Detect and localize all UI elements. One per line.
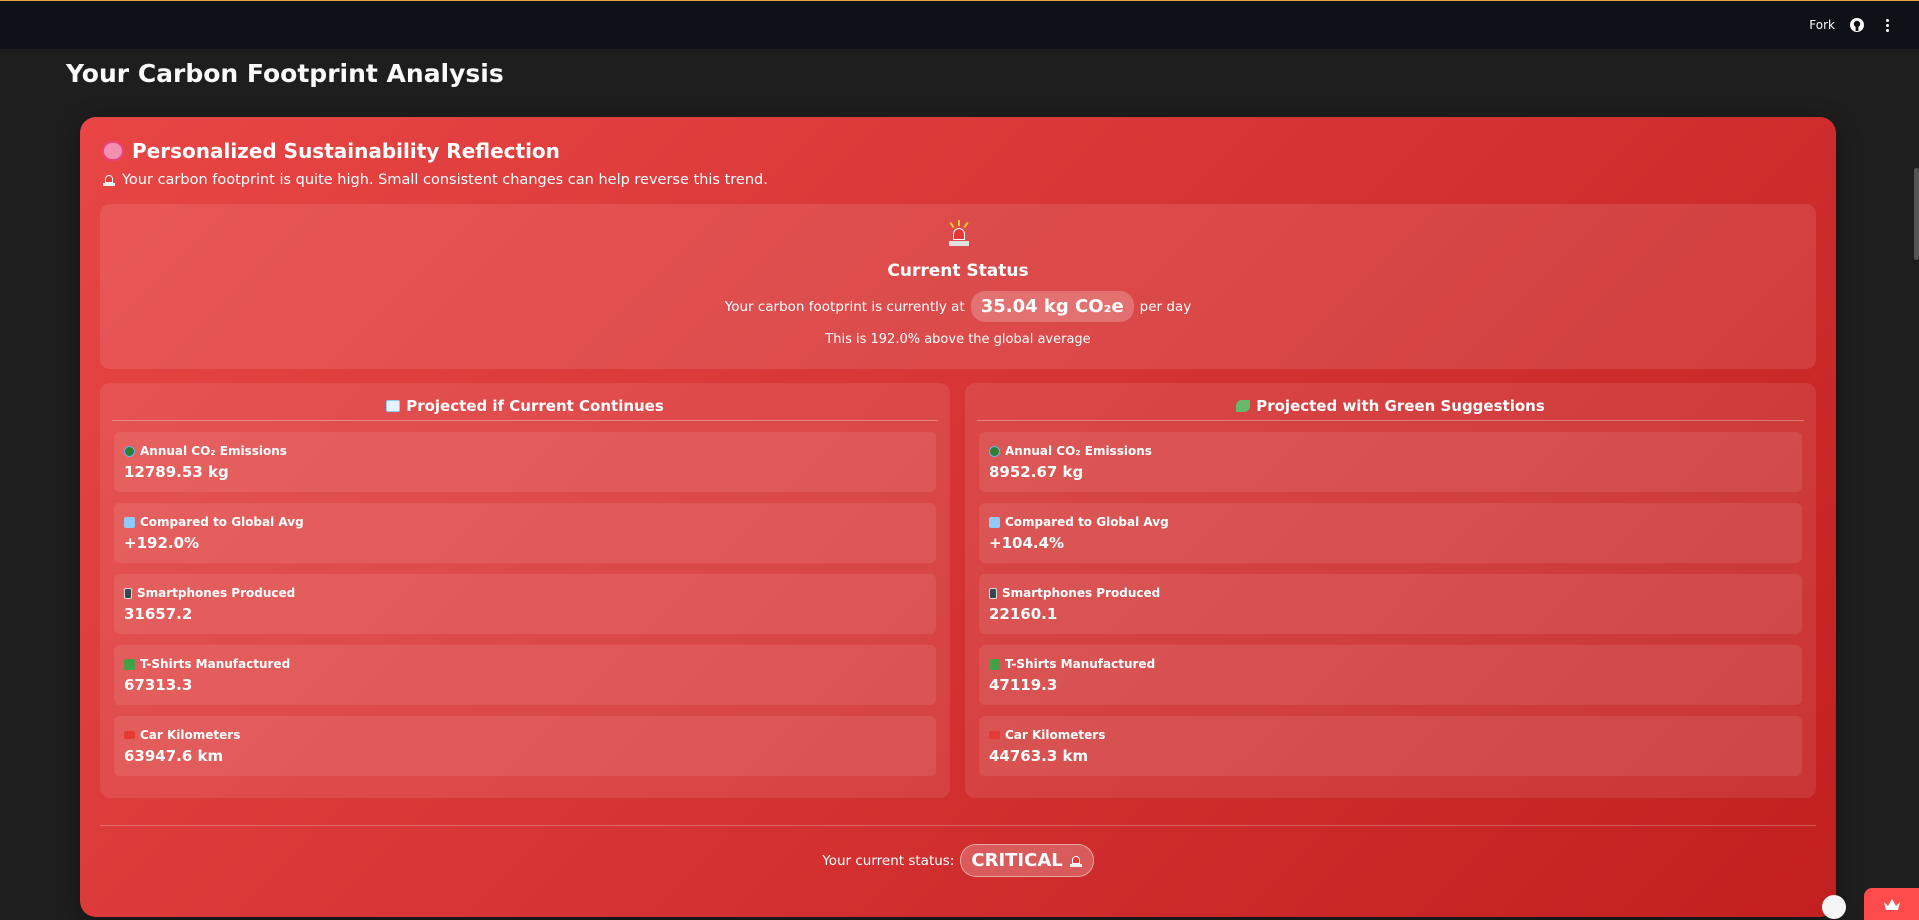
metric-card: Compared to Global Avg +104.4%	[979, 503, 1802, 563]
phone-icon	[124, 587, 132, 599]
metric-value: 67313.3	[124, 676, 193, 694]
brain-icon	[102, 141, 124, 161]
reflection-message-text: Your carbon footprint is quite high. Sma…	[122, 172, 768, 188]
header-actions: Fork	[1809, 17, 1895, 33]
siren-icon	[102, 173, 116, 187]
critical-status-text: CRITICAL	[971, 850, 1063, 871]
metric-label: T-Shirts Manufactured	[1005, 657, 1156, 671]
car-icon	[124, 731, 135, 739]
metric-card: T-Shirts Manufactured 67313.3	[114, 645, 936, 705]
streamlit-crown-button[interactable]	[1864, 888, 1919, 920]
page-title: Your Carbon Footprint Analysis	[66, 59, 504, 88]
reflection-message: Your carbon footprint is quite high. Sma…	[102, 172, 768, 188]
github-icon[interactable]	[1849, 17, 1865, 33]
app-header: Fork	[0, 0, 1919, 49]
reflection-card: Personalized Sustainability Reflection Y…	[80, 117, 1836, 917]
reflection-title: Personalized Sustainability Reflection	[132, 139, 560, 163]
metric-card: Compared to Global Avg +192.0%	[114, 503, 936, 563]
status-title: Current Status	[887, 261, 1029, 281]
metric-value: 47119.3	[989, 676, 1058, 694]
projection-current-panel: Projected if Current Continues Annual CO…	[100, 383, 950, 798]
status-line-suffix: per day	[1139, 298, 1192, 315]
siren-icon	[1069, 854, 1083, 868]
chart-increasing-icon	[386, 400, 401, 412]
global-average-comparison: This is 192.0% above the global average	[825, 332, 1091, 347]
metric-value: +192.0%	[124, 534, 200, 552]
status-line-prefix: Your carbon footprint is currently at	[724, 298, 965, 315]
metric-label: T-Shirts Manufactured	[140, 657, 291, 671]
metric-card: T-Shirts Manufactured 47119.3	[979, 645, 1802, 705]
metric-label: Smartphones Produced	[137, 586, 296, 600]
daily-footprint-badge: 35.04 kg CO₂e	[970, 291, 1134, 322]
metric-card: Annual CO₂ Emissions 8952.67 kg	[979, 432, 1802, 492]
metric-card: Smartphones Produced 31657.2	[114, 574, 936, 634]
section-divider	[100, 825, 1816, 826]
projection-green-title-text: Projected with Green Suggestions	[1256, 397, 1545, 415]
metric-card: Car Kilometers 44763.3 km	[979, 716, 1802, 776]
metric-label: Car Kilometers	[140, 728, 241, 742]
metric-card: Annual CO₂ Emissions 12789.53 kg	[114, 432, 936, 492]
current-status-summary: Your current status: CRITICAL	[80, 844, 1836, 877]
crown-icon	[1884, 899, 1900, 910]
critical-status-badge: CRITICAL	[960, 844, 1094, 877]
projection-current-title-text: Projected if Current Continues	[406, 397, 664, 415]
siren-icon	[948, 220, 970, 248]
metric-value: 12789.53 kg	[124, 463, 229, 481]
metric-label: Annual CO₂ Emissions	[1005, 444, 1152, 458]
car-icon	[989, 731, 1000, 739]
metric-label: Annual CO₂ Emissions	[140, 444, 287, 458]
metric-value: 22160.1	[989, 605, 1058, 623]
metric-card: Smartphones Produced 22160.1	[979, 574, 1802, 634]
metric-label: Smartphones Produced	[1002, 586, 1161, 600]
tshirt-icon	[124, 658, 135, 670]
globe-icon	[989, 445, 1000, 457]
herb-icon	[1236, 400, 1251, 412]
projection-green-panel: Projected with Green Suggestions Annual …	[965, 383, 1816, 798]
metric-value: 44763.3 km	[989, 747, 1089, 765]
projection-green-title: Projected with Green Suggestions	[977, 397, 1804, 421]
metric-label: Compared to Global Avg	[140, 515, 304, 529]
current-status-panel: Current Status Your carbon footprint is …	[100, 204, 1816, 369]
tshirt-icon	[989, 658, 1000, 670]
current-status-label: Your current status:	[822, 852, 955, 869]
avatar[interactable]	[1822, 895, 1846, 919]
projection-current-title: Projected if Current Continues	[112, 397, 938, 421]
metric-value: +104.4%	[989, 534, 1065, 552]
page-scrollbar[interactable]	[1914, 168, 1919, 260]
metric-label: Compared to Global Avg	[1005, 515, 1169, 529]
bar-chart-icon	[124, 516, 135, 528]
bar-chart-icon	[989, 516, 1000, 528]
metric-value: 63947.6 km	[124, 747, 224, 765]
metric-value: 31657.2	[124, 605, 193, 623]
metric-label: Car Kilometers	[1005, 728, 1106, 742]
kebab-menu-icon[interactable]	[1879, 18, 1895, 32]
reflection-header: Personalized Sustainability Reflection	[102, 139, 560, 163]
metric-value: 8952.67 kg	[989, 463, 1084, 481]
metric-card: Car Kilometers 63947.6 km	[114, 716, 936, 776]
phone-icon	[989, 587, 997, 599]
fork-button[interactable]: Fork	[1809, 18, 1835, 32]
globe-icon	[124, 445, 135, 457]
status-line: Your carbon footprint is currently at 35…	[100, 291, 1816, 322]
